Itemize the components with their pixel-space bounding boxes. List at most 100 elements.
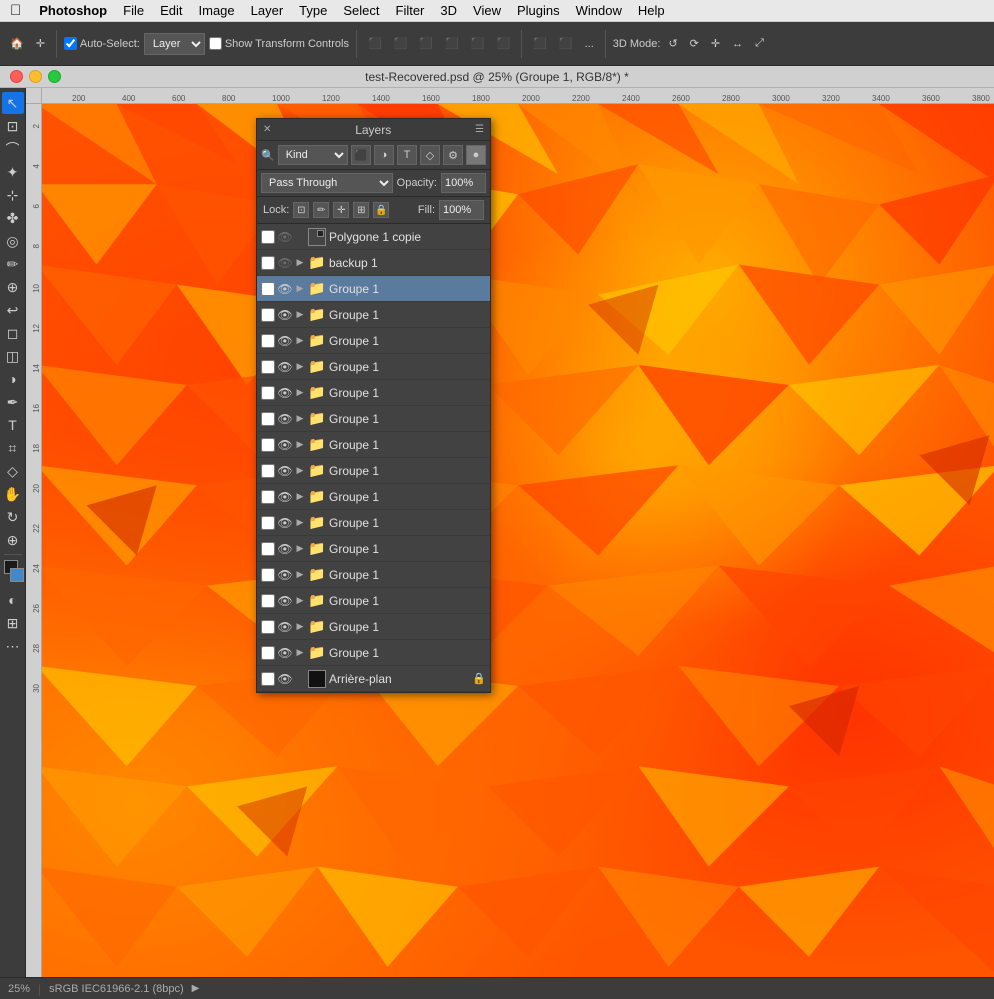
layer-visibility-checkbox[interactable] (261, 490, 275, 504)
layer-row[interactable]: 👁 ▶ 📁 Groupe 1 (257, 614, 490, 640)
layer-visibility-checkbox[interactable] (261, 516, 275, 530)
layer-visibility-eye[interactable]: 👁 (278, 542, 292, 556)
layers-list[interactable]: 👁 Polygone 1 copie 👁 ▶ 📁 backup 1 (257, 224, 490, 692)
extra-tools-button[interactable]: ⋯ (2, 635, 24, 657)
layer-visibility-eye[interactable]: 👁 (278, 620, 292, 634)
history-brush-tool[interactable]: ↩ (2, 299, 24, 321)
layer-row[interactable]: 👁 ▶ 📁 Groupe 1 (257, 458, 490, 484)
lock-artboard-button[interactable]: ⊞ (353, 202, 369, 218)
menu-select[interactable]: Select (335, 3, 387, 18)
layer-visibility-eye[interactable]: 👁 (278, 256, 292, 270)
pen-tool[interactable]: ✒ (2, 391, 24, 413)
layers-panel-menu-button[interactable]: ☰ (475, 124, 484, 135)
zoom-tool[interactable]: ⊕ (2, 529, 24, 551)
menu-edit[interactable]: Edit (152, 3, 190, 18)
layer-visibility-checkbox[interactable] (261, 620, 275, 634)
layer-visibility-eye[interactable]: 👁 (278, 646, 292, 660)
layer-expand-arrow[interactable]: ▶ (295, 568, 305, 582)
lock-image-button[interactable]: ✏ (313, 202, 329, 218)
layer-visibility-eye[interactable]: 👁 (278, 464, 292, 478)
close-button[interactable] (10, 70, 23, 83)
layer-row[interactable]: 👁 ▶ 📁 Groupe 1 (257, 380, 490, 406)
layer-expand-arrow[interactable]: ▶ (295, 490, 305, 504)
auto-select-checkbox[interactable] (64, 37, 77, 50)
layer-expand-arrow[interactable]: ▶ (295, 646, 305, 660)
align-top-button[interactable]: ⬛ (441, 35, 463, 52)
layer-visibility-eye[interactable]: 👁 (278, 568, 292, 582)
filter-smart-button[interactable]: ⚙ (443, 145, 463, 165)
menu-help[interactable]: Help (630, 3, 673, 18)
eraser-tool[interactable]: ◻ (2, 322, 24, 344)
layer-expand-arrow[interactable]: ▶ (295, 334, 305, 348)
3d-slide-button[interactable]: ↔ (728, 36, 747, 52)
layer-visibility-checkbox[interactable] (261, 464, 275, 478)
crop-tool[interactable]: ⊹ (2, 184, 24, 206)
apple-menu[interactable]:  (0, 2, 31, 19)
move-tool[interactable]: ↖ (2, 92, 24, 114)
minimize-button[interactable] (29, 70, 42, 83)
eyedropper-tool[interactable]: ✤ (2, 207, 24, 229)
fill-input[interactable] (439, 200, 484, 220)
menu-filter[interactable]: Filter (388, 3, 433, 18)
home-button[interactable]: 🏠 (6, 35, 28, 52)
layer-row[interactable]: 👁 ▶ 📁 Groupe 1 (257, 302, 490, 328)
menu-image[interactable]: Image (191, 3, 243, 18)
layer-expand-arrow[interactable]: ▶ (295, 308, 305, 322)
distribute-h-button[interactable]: ⬛ (529, 35, 551, 52)
path-select-tool[interactable]: ⌗ (2, 437, 24, 459)
quick-select-tool[interactable]: ✦ (2, 161, 24, 183)
layer-visibility-checkbox[interactable] (261, 594, 275, 608)
layer-visibility-eye[interactable]: 👁 (278, 360, 292, 374)
layer-row[interactable]: 👁 ▶ 📁 Groupe 1 (257, 588, 490, 614)
filter-toggle-button[interactable]: ● (466, 145, 486, 165)
status-arrow-button[interactable]: ▶ (192, 983, 200, 994)
layer-visibility-checkbox[interactable] (261, 542, 275, 556)
rotate-view-tool[interactable]: ↻ (2, 506, 24, 528)
layer-visibility-eye[interactable]: 👁 (278, 230, 292, 244)
layer-row[interactable]: 👁 ▶ 📁 Groupe 1 (257, 562, 490, 588)
lock-all-button[interactable]: 🔒 (373, 202, 389, 218)
layer-expand-arrow[interactable]: ▶ (295, 542, 305, 556)
layer-expand-arrow[interactable] (295, 230, 305, 244)
hand-tool[interactable]: ✋ (2, 483, 24, 505)
layer-row[interactable]: 👁 ▶ 📁 Groupe 1 (257, 432, 490, 458)
layer-visibility-eye[interactable]: 👁 (278, 490, 292, 504)
layer-expand-arrow[interactable]: ▶ (295, 620, 305, 634)
filter-kind-dropdown[interactable]: Kind (278, 145, 348, 165)
background-swatch[interactable] (10, 568, 24, 582)
layer-row[interactable]: 👁 Arrière-plan 🔒 (257, 666, 490, 692)
foreground-color[interactable] (2, 560, 24, 582)
layer-row[interactable]: 👁 ▶ 📁 Groupe 1 (257, 276, 490, 302)
layer-expand-arrow[interactable]: ▶ (295, 464, 305, 478)
gradient-tool[interactable]: ◫ (2, 345, 24, 367)
menu-3d[interactable]: 3D (432, 3, 465, 18)
filter-shape-button[interactable]: ◇ (420, 145, 440, 165)
show-transform-label[interactable]: Show Transform Controls (209, 37, 349, 50)
layer-visibility-eye[interactable]: 👁 (278, 308, 292, 322)
screen-mode-button[interactable]: ⊞ (2, 612, 24, 634)
layers-panel-header[interactable]: ✕ Layers ☰ (257, 119, 490, 141)
menu-view[interactable]: View (465, 3, 509, 18)
layer-row[interactable]: 👁 ▶ 📁 Groupe 1 (257, 354, 490, 380)
dodge-tool[interactable]: ◑ (2, 368, 24, 390)
menu-layer[interactable]: Layer (243, 3, 292, 18)
canvas-area[interactable]: 200 400 600 800 1000 1200 1400 1600 1800… (26, 88, 994, 977)
layer-visibility-checkbox[interactable] (261, 568, 275, 582)
3d-scale-button[interactable]: ⤢ (751, 35, 768, 52)
3d-pan-button[interactable]: ✛ (707, 35, 724, 52)
filter-type-button[interactable]: T (397, 145, 417, 165)
align-right-button[interactable]: ⬛ (415, 35, 437, 52)
layer-visibility-checkbox[interactable] (261, 438, 275, 452)
selection-tool[interactable]: ⊡ (2, 115, 24, 137)
type-tool[interactable]: T (2, 414, 24, 436)
more-options-button[interactable]: ... (581, 36, 598, 52)
align-bottom-button[interactable]: ⬛ (492, 35, 514, 52)
layer-visibility-eye[interactable]: 👁 (278, 594, 292, 608)
layer-visibility-checkbox[interactable] (261, 256, 275, 270)
layers-close-button[interactable]: ✕ (263, 124, 271, 135)
3d-rotate-button[interactable]: ↺ (664, 35, 681, 52)
3d-roll-button[interactable]: ⟳ (686, 35, 703, 52)
lock-transparent-button[interactable]: ⊡ (293, 202, 309, 218)
layer-visibility-eye[interactable]: 👁 (278, 334, 292, 348)
layer-visibility-eye[interactable]: 👁 (278, 282, 292, 296)
